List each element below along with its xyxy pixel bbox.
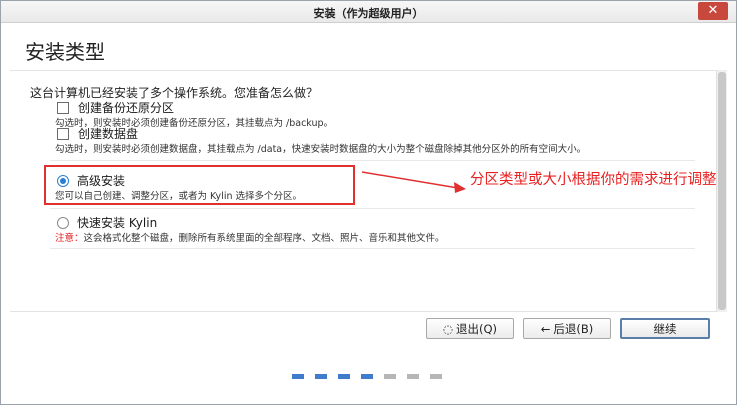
data-disk-checkbox[interactable] xyxy=(57,127,69,140)
progress-step xyxy=(361,374,373,379)
continue-button[interactable]: 继续 xyxy=(620,318,710,339)
highlight-box xyxy=(44,165,355,205)
progress-step xyxy=(430,374,442,379)
back-arrow-icon: ← xyxy=(540,321,551,336)
progress-step xyxy=(292,374,304,379)
window-title: 安装（作为超级用户） xyxy=(313,7,424,20)
progress-step xyxy=(384,374,396,379)
annotation-text: 分区类型或大小根据你的需求进行调整 xyxy=(470,172,717,188)
progress-indicator xyxy=(292,374,442,379)
backup-checkbox[interactable] xyxy=(57,101,69,114)
page-title: 安装类型 xyxy=(25,40,105,64)
quick-install-radio[interactable] xyxy=(57,216,69,229)
divider xyxy=(50,248,695,249)
quick-install-label: 快速安装 Kylin xyxy=(77,216,158,230)
divider xyxy=(50,160,695,161)
quick-install-note: 注意：这会格式化整个磁盘，删除所有系统里面的全部程序、文档、照片、音乐和其他文件… xyxy=(55,230,445,244)
back-label: 后退(B) xyxy=(553,321,594,336)
progress-step xyxy=(338,374,350,379)
data-disk-option[interactable]: 创建数据盘 xyxy=(57,125,138,142)
backup-option[interactable]: 创建备份还原分区 xyxy=(57,99,174,116)
progress-step xyxy=(315,374,327,379)
continue-label: 继续 xyxy=(653,321,677,336)
divider xyxy=(50,208,695,209)
title-bar: 安装（作为超级用户） ✕ xyxy=(1,1,736,23)
quit-button[interactable]: ◌ 退出(Q) xyxy=(426,318,514,339)
power-icon: ◌ xyxy=(442,321,453,336)
scrollbar[interactable] xyxy=(716,70,727,312)
quit-label: 退出(Q) xyxy=(456,321,498,336)
data-disk-label: 创建数据盘 xyxy=(78,127,139,141)
backup-label: 创建备份还原分区 xyxy=(78,101,175,115)
scrollbar-thumb[interactable] xyxy=(718,72,726,310)
back-button[interactable]: ← 后退(B) xyxy=(523,318,611,339)
data-disk-description: 勾选时，则安装时必须创建数据盘，其挂载点为 /data，快速安装时数据盘的大小为… xyxy=(55,144,587,155)
annotation-arrow xyxy=(361,171,466,193)
progress-step xyxy=(407,374,419,379)
close-button[interactable]: ✕ xyxy=(698,2,728,20)
quick-install-option[interactable]: 快速安装 Kylin xyxy=(57,214,157,231)
quick-install-note-text: 这会格式化整个磁盘，删除所有系统里面的全部程序、文档、照片、音乐和其他文件。 xyxy=(83,233,445,244)
note-label: 注意： xyxy=(55,233,84,244)
